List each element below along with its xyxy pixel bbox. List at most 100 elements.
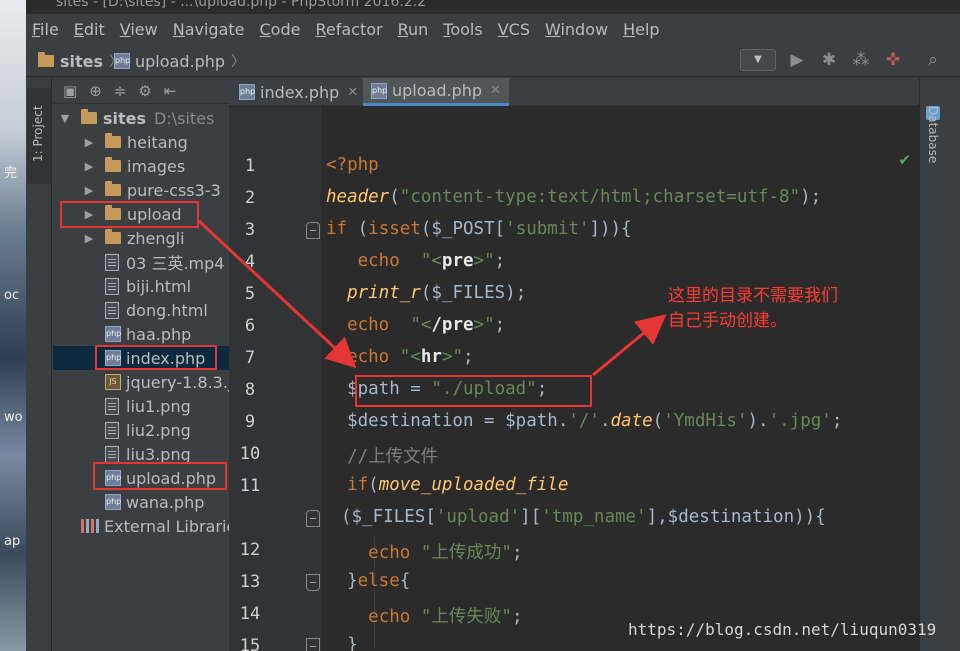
menu-navigate[interactable]: Navigate	[173, 20, 245, 39]
image-file-icon	[105, 421, 119, 439]
desktop-text: ap	[4, 534, 21, 549]
line-number: 14	[239, 604, 261, 624]
database-tool-tab[interactable]: Database	[925, 88, 945, 176]
php-file-icon: php	[105, 494, 121, 510]
tree-file-upload[interactable]: php upload.php	[53, 466, 256, 490]
tree-folder[interactable]: ▶ zhengli	[53, 226, 256, 250]
code-comment: //上传文件	[347, 447, 439, 467]
ide-window: sites - [D:\sites] - ...\upload.php - Ph…	[26, 0, 960, 651]
locate-icon[interactable]: ⊕	[89, 82, 102, 100]
debug-icon[interactable]: ✱	[818, 49, 840, 71]
menu-window[interactable]: Window	[545, 20, 608, 39]
menu-run[interactable]: Run	[398, 20, 429, 39]
code-line: $destination = $path.'/'.date('YmdHis').…	[347, 411, 843, 431]
tree-folder-upload[interactable]: ▶ upload	[53, 202, 256, 226]
video-file-icon	[105, 253, 119, 271]
tab-upload-php[interactable]: php upload.php ✕	[363, 78, 509, 106]
tree-file[interactable]: php haa.php	[53, 322, 256, 346]
tree-file[interactable]: liu2.png	[53, 418, 256, 442]
search-icon[interactable]: ⌕	[922, 49, 944, 71]
code-editor[interactable]: 1 2 3 4 5 6 7 8 9 10 11 12 13 14 15 <?ph…	[229, 107, 919, 651]
php-file-icon: php	[114, 53, 130, 69]
tree-file[interactable]: dong.html	[53, 298, 256, 322]
folder-icon	[105, 229, 121, 244]
menu-vcs[interactable]: VCS	[498, 20, 530, 39]
line-number: 6	[244, 316, 256, 336]
tree-file[interactable]: 03 三英.mp4	[53, 250, 256, 274]
line-number: 2	[244, 188, 256, 208]
collapsed-arrow-icon: ▶	[84, 207, 94, 221]
fold-marker-icon[interactable]	[306, 638, 320, 651]
desktop-text: wo	[4, 410, 23, 425]
stop-debug-icon[interactable]: ✜	[882, 49, 904, 71]
project-tool-tab[interactable]: 1: Project	[27, 88, 51, 184]
breadcrumb-file[interactable]: php upload.php 〉	[114, 51, 245, 71]
code-line: <?php	[326, 155, 379, 175]
tree-file[interactable]: JS jquery-1.8.3.js	[53, 370, 256, 394]
code-line: if(move_uploaded_file	[347, 475, 569, 495]
run-icon[interactable]: ▶	[786, 49, 808, 71]
line-number: 4	[244, 252, 256, 272]
line-number: 1	[244, 156, 256, 176]
inspection-ok-icon[interactable]: ✔	[898, 151, 911, 169]
tree-root[interactable]: ▼ sites D:\sites	[53, 106, 256, 130]
code-line: echo "上传成功";	[368, 543, 523, 563]
tree-file[interactable]: php wana.php	[53, 490, 256, 514]
view-mode-icon[interactable]: ▣	[63, 82, 77, 100]
menu-edit[interactable]: Edit	[74, 20, 105, 39]
tree-file[interactable]: biji.html	[53, 274, 256, 298]
menu-tools[interactable]: Tools	[443, 20, 482, 39]
gear-icon[interactable]: ⚙	[138, 82, 151, 100]
desktop-text: 完	[4, 166, 18, 181]
annotation-note-line2: 自己手动创建。	[668, 311, 787, 331]
code-line: echo "<pre>";	[357, 251, 506, 271]
collapse-icon[interactable]: ≑	[114, 82, 127, 100]
line-number: 3	[244, 220, 256, 240]
line-number: 5	[244, 284, 256, 304]
menu-help[interactable]: Help	[623, 20, 659, 39]
close-icon[interactable]: ✕	[490, 83, 501, 98]
image-file-icon	[105, 445, 119, 463]
project-panel-toolbar: ▣ ⊕ ≑ ⚙ ⇤	[53, 78, 256, 104]
close-icon[interactable]: ✕	[347, 85, 358, 100]
code-line: if (isset($_POST['submit'])){	[326, 219, 632, 239]
fold-marker-icon[interactable]	[306, 510, 320, 527]
image-file-icon	[105, 397, 119, 415]
library-icon	[81, 519, 99, 533]
tree-file-index[interactable]: php index.php	[53, 346, 256, 370]
tab-index-php[interactable]: php index.php ✕	[231, 78, 366, 106]
text-file-icon	[105, 301, 119, 319]
php-file-icon: php	[105, 350, 121, 366]
folder-icon	[105, 133, 121, 148]
folder-icon	[81, 109, 97, 124]
collapsed-arrow-icon: ▶	[84, 135, 94, 149]
text-file-icon	[105, 277, 119, 295]
tree-file[interactable]: liu1.png	[53, 394, 256, 418]
menu-refactor[interactable]: Refactor	[315, 20, 382, 39]
menu-file[interactable]: File	[32, 20, 59, 39]
run-config-dropdown[interactable]: ▼	[740, 49, 776, 71]
breadcrumb-project[interactable]: sites 〉	[38, 51, 123, 71]
menu-view[interactable]: View	[120, 20, 158, 39]
php-file-icon: php	[239, 84, 255, 100]
collapsed-arrow-icon: ▶	[84, 183, 94, 197]
hide-icon[interactable]: ⇤	[164, 82, 177, 100]
tree-folder[interactable]: ▶ images	[53, 154, 256, 178]
tree-file[interactable]: liu3.png	[53, 442, 256, 466]
line-number: 15	[239, 636, 261, 651]
window-title: sites - [D:\sites] - ...\upload.php - Ph…	[56, 0, 427, 10]
code-line-path: $path = "./upload";	[347, 379, 548, 399]
menu-bar: File Edit View Navigate Code Refactor Ru…	[26, 14, 960, 44]
expanded-arrow-icon: ▼	[60, 111, 70, 125]
line-number: 11	[239, 476, 261, 496]
tree-folder[interactable]: ▶ heitang	[53, 130, 256, 154]
tree-external-libraries[interactable]: External Libraries	[53, 514, 256, 538]
tree-folder[interactable]: ▶ pure-css3-3	[53, 178, 256, 202]
menu-code[interactable]: Code	[260, 20, 301, 39]
navigation-bar: sites 〉 php upload.php 〉 ▼ ▶ ✱ ⁂ ✜ ⌕	[26, 44, 960, 77]
line-number: 7	[244, 348, 256, 368]
coverage-icon[interactable]: ⁂	[850, 49, 872, 71]
js-file-icon: JS	[105, 374, 121, 390]
fold-marker-icon[interactable]	[306, 222, 320, 239]
fold-marker-icon[interactable]	[306, 574, 320, 591]
